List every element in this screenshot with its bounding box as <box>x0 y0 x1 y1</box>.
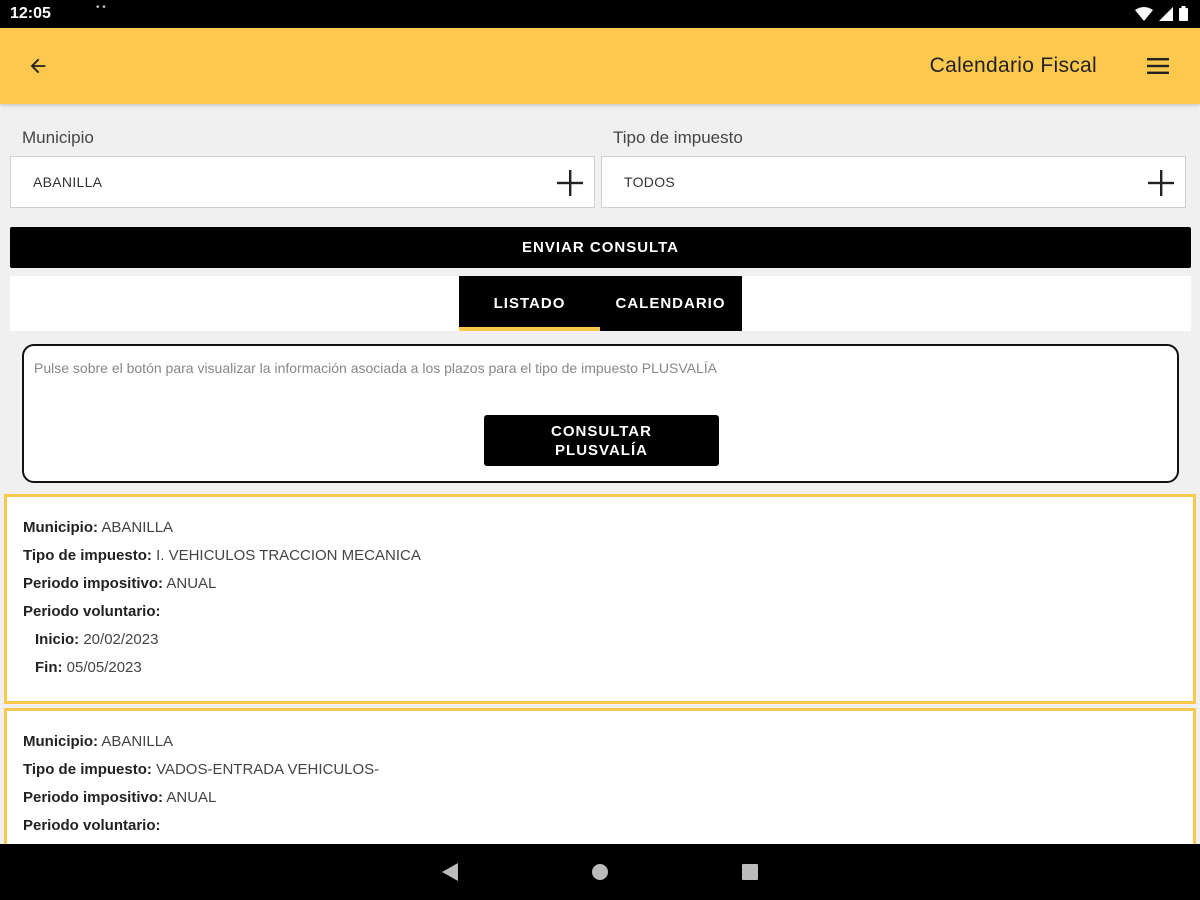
nav-home-button[interactable] <box>588 860 612 884</box>
menu-button[interactable] <box>1144 52 1172 80</box>
nav-back-button[interactable] <box>438 860 462 884</box>
page-title: Calendario Fiscal <box>929 54 1097 77</box>
plusvalia-info-text: Pulse sobre el botón para visualizar la … <box>34 360 718 376</box>
plus-icon <box>1148 170 1174 196</box>
municipio-add-button[interactable] <box>554 167 586 199</box>
back-button[interactable] <box>22 50 54 82</box>
card-periodo-row: Periodo impositivo: ANUAL <box>23 575 217 592</box>
status-time: 12:05 <box>10 5 51 22</box>
tax-card[interactable]: Municipio: ABANILLA Tipo de impuesto: I.… <box>4 494 1196 704</box>
tab-listado[interactable]: LISTADO <box>459 276 600 331</box>
card-voluntario-row: Periodo voluntario: <box>23 817 161 834</box>
municipio-field[interactable]: ABANILLA <box>10 156 595 208</box>
plusvalia-info-box: Pulse sobre el botón para visualizar la … <box>22 344 1179 483</box>
consultar-plusvalia-button[interactable]: CONSULTAR PLUSVALÍA <box>484 415 719 466</box>
hamburger-menu-icon <box>1147 58 1169 74</box>
triangle-back-icon <box>442 863 458 881</box>
arrow-back-icon <box>30 58 46 74</box>
wifi-icon <box>1135 6 1153 21</box>
plus-icon <box>557 170 583 196</box>
view-tabs: LISTADO CALENDARIO <box>459 276 742 331</box>
tax-card[interactable]: Municipio: ABANILLA Tipo de impuesto: VA… <box>4 708 1196 858</box>
square-recents-icon <box>742 864 758 880</box>
enviar-consulta-button[interactable]: ENVIAR CONSULTA <box>10 227 1191 268</box>
app-bar: Calendario Fiscal <box>0 28 1200 104</box>
notification-dots: • • <box>96 2 106 13</box>
system-nav-bar <box>0 844 1200 900</box>
card-voluntario-row: Periodo voluntario: <box>23 603 161 620</box>
status-bar: 12:05 • • <box>0 0 1200 28</box>
circle-home-icon <box>592 864 608 880</box>
consultar-plusvalia-line1: CONSULTAR <box>551 422 652 440</box>
tab-calendario[interactable]: CALENDARIO <box>600 276 741 331</box>
card-fin-row: Fin: 05/05/2023 <box>35 659 142 676</box>
municipio-label: Municipio <box>22 128 94 147</box>
card-tipo-row: Tipo de impuesto: I. VEHICULOS TRACCION … <box>23 547 421 564</box>
nav-recents-button[interactable] <box>738 860 762 884</box>
tipo-impuesto-add-button[interactable] <box>1145 167 1177 199</box>
battery-icon <box>1179 6 1188 21</box>
tipo-impuesto-value: TODOS <box>624 174 676 190</box>
consultar-plusvalia-line2: PLUSVALÍA <box>555 441 648 459</box>
card-municipio-row: Municipio: ABANILLA <box>23 519 174 536</box>
status-icons <box>1135 6 1188 21</box>
card-inicio-row: Inicio: 20/02/2023 <box>35 631 159 648</box>
signal-icon <box>1159 6 1173 21</box>
card-periodo-row: Periodo impositivo: ANUAL <box>23 789 217 806</box>
card-tipo-row: Tipo de impuesto: VADOS-ENTRADA VEHICULO… <box>23 761 380 778</box>
tipo-impuesto-label: Tipo de impuesto <box>613 128 743 147</box>
municipio-value: ABANILLA <box>33 174 103 190</box>
card-municipio-row: Municipio: ABANILLA <box>23 733 174 750</box>
tipo-impuesto-field[interactable]: TODOS <box>601 156 1186 208</box>
